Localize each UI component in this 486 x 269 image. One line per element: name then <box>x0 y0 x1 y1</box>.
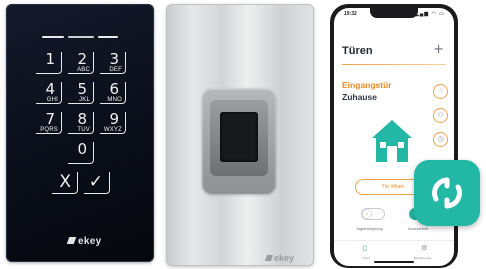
user-icon: ⚇ <box>437 111 444 119</box>
title-divider <box>342 64 446 65</box>
tab-doors-label: Türen <box>362 256 370 260</box>
tab-settings-label: Einstellungen <box>414 256 433 260</box>
door-icon: ▯ <box>363 244 367 252</box>
key-letters: PQRS <box>40 127 58 133</box>
tab-settings[interactable]: ⚙ <box>421 244 427 252</box>
phone-screen: 19:32 ▂▄▆ ◠ ▭ Türen + Eingangstür Zuhaus… <box>334 8 454 266</box>
key-9[interactable]: 9 WXYZ <box>100 112 126 134</box>
door-status: Zuhause <box>342 92 377 102</box>
key-number: 7 <box>45 110 55 128</box>
key-number: 0 <box>77 140 87 158</box>
door-name[interactable]: Eingangstür <box>342 80 392 90</box>
fingerprint-sensor-pad[interactable] <box>220 112 258 162</box>
fingerprint-sensor-bezel <box>210 100 268 176</box>
presence-label: Anwesenheit <box>408 227 429 231</box>
fingerprint-brand-logo: ekey <box>264 253 295 263</box>
house-icon <box>372 120 412 162</box>
key-number: 9 <box>109 110 119 128</box>
keypad-brand-text: ekey <box>78 236 102 247</box>
keypad-led-left <box>42 36 64 38</box>
key-letters: ABC <box>77 67 90 73</box>
home-indicator <box>374 261 414 263</box>
key-number: 2 <box>77 50 87 68</box>
keypad-led-right <box>98 36 118 38</box>
key-4[interactable]: 4 GHI <box>36 82 62 104</box>
fingerprint-sensor-frame <box>202 88 276 194</box>
check-icon: ✓ <box>88 172 103 192</box>
key-letters: WXYZ <box>103 127 122 133</box>
clock-icon: ◷ <box>437 135 444 143</box>
key-7[interactable]: 7 PQRS <box>36 112 62 134</box>
key-confirm[interactable]: ✓ <box>84 172 110 194</box>
status-icons: ▂▄▆ ◠ ▭ <box>414 11 445 17</box>
history-button[interactable]: ◷ <box>433 132 448 147</box>
user-button[interactable]: ⚇ <box>433 108 448 123</box>
sun-icon: ☼ <box>363 210 371 218</box>
keypad-led-center <box>68 36 94 38</box>
add-door-button[interactable]: + <box>433 42 444 57</box>
finger-icon: ☝ <box>438 87 443 95</box>
key-2[interactable]: 2 ABC <box>68 52 94 74</box>
key-cancel[interactable]: X <box>52 172 78 194</box>
gear-icon: ⚙ <box>421 244 428 252</box>
fingerprint-reader-device: ekey <box>166 4 314 266</box>
key-6[interactable]: 6 MNO <box>100 82 126 104</box>
key-number: 4 <box>45 80 55 98</box>
page-title: Türen <box>342 45 373 57</box>
keypad-brand-logo: ekey <box>66 236 102 247</box>
key-number: 1 <box>45 50 55 68</box>
phone-notch <box>370 8 418 18</box>
key-3[interactable]: 3 DEF <box>100 52 126 74</box>
cancel-icon: X <box>59 172 71 192</box>
tab-doors[interactable]: ▯ <box>363 244 367 252</box>
day-unlock-label: Tageentriegelung <box>356 227 383 231</box>
key-1[interactable]: 1 <box>36 52 62 74</box>
tab-bar-divider <box>334 240 454 241</box>
key-letters: DEF <box>109 67 122 73</box>
keypad-device: 1 2 ABC 3 DEF 4 GHI 5 JKL 6 MNO 7 PQRS 8… <box>6 4 154 262</box>
key-5[interactable]: 5 JKL <box>68 82 94 104</box>
fingerprint-brand-text: ekey <box>274 253 295 263</box>
key-letters: MNO <box>107 97 122 103</box>
ekey-logo-mark-icon <box>264 255 274 261</box>
key-number: 8 <box>77 110 87 128</box>
key-letters: GHI <box>46 97 58 103</box>
smartphone: 19:32 ▂▄▆ ◠ ▭ Türen + Eingangstür Zuhaus… <box>330 4 458 268</box>
key-number: 6 <box>109 80 119 98</box>
key-letters: TUV <box>77 127 90 133</box>
key-number: 5 <box>77 80 87 98</box>
day-unlock-toggle[interactable]: ☼ <box>361 208 385 220</box>
key-8[interactable]: 8 TUV <box>68 112 94 134</box>
key-letters: JKL <box>79 97 90 103</box>
key-0[interactable]: 0 <box>68 142 94 164</box>
ekey-app-icon[interactable] <box>414 160 480 226</box>
status-time: 19:32 <box>344 11 357 17</box>
key-number: 3 <box>109 50 119 68</box>
fingerprint-button[interactable]: ☝ <box>433 84 448 99</box>
ekey-logo-mark-icon <box>66 237 77 244</box>
refresh-logo-icon <box>432 177 462 209</box>
